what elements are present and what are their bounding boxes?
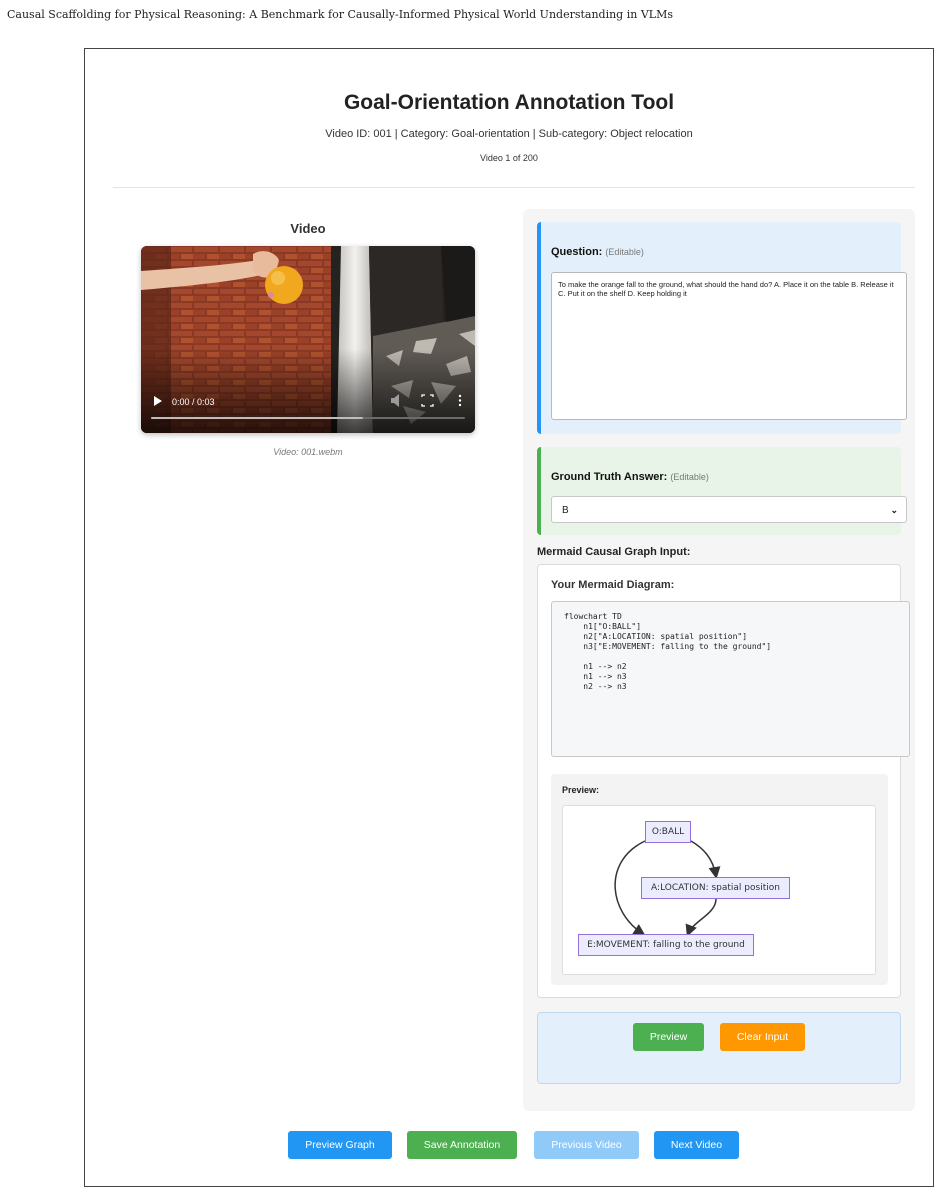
graph-node-location: A:LOCATION: spatial position [641,877,790,899]
preview-graph-button[interactable]: Preview Graph [288,1131,392,1159]
question-card: Question: (Editable) To make the orange … [537,222,907,434]
answer-editable-hint: (Editable) [670,472,709,482]
question-editable-hint: (Editable) [605,247,644,257]
save-annotation-button[interactable]: Save Annotation [407,1131,517,1159]
video-frame: 0:00 / 0:03 [141,246,475,433]
page-header: Goal-Orientation Annotation Tool Video I… [85,49,933,187]
preview-label: Preview: [562,785,600,795]
graph-canvas: O:BALL A:LOCATION: spatial position E:MO… [562,805,876,975]
annotation-tool-window: Goal-Orientation Annotation Tool Video I… [84,48,934,1187]
clear-input-button[interactable]: Clear Input [720,1023,805,1051]
edge-n2-n3 [685,898,717,937]
question-label: Question: (Editable) [551,246,644,258]
video-player[interactable]: 0:00 / 0:03 [141,246,475,433]
graph-preview-panel: Preview: O:BALL A:LOCATION: spatial posi… [551,774,888,985]
video-buffered-bar [151,417,363,419]
video-metadata: Video ID: 001 | Category: Goal-orientati… [325,128,693,140]
edge-n1-n2 [690,840,721,879]
graph-actions: Preview Clear Input [537,1012,901,1084]
question-textarea[interactable]: To make the orange fall to the ground, w… [551,272,907,420]
answer-selected-value: B [562,505,569,516]
mermaid-diagram-card: Your Mermaid Diagram: flowchart TD n1["O… [537,564,910,998]
video-heading: Video [290,221,326,236]
answer-select[interactable]: B ⌄ [551,496,907,523]
graph-node-ball: O:BALL [645,821,691,843]
next-video-button[interactable]: Next Video [654,1131,739,1159]
mermaid-heading: Mermaid Causal Graph Input: [537,546,691,558]
previous-video-button[interactable]: Previous Video [534,1131,639,1159]
answer-card: Ground Truth Answer: (Editable) B ⌄ [537,447,907,535]
running-head: Causal Scaffolding for Physical Reasonin… [7,8,673,21]
video-filename: Video: 001.webm [273,447,343,457]
question-label-text: Question: [551,246,603,258]
chevron-down-icon: ⌄ [890,505,898,515]
answer-label-text: Ground Truth Answer: [551,471,668,483]
preview-button[interactable]: Preview [633,1023,704,1051]
mermaid-diagram-label: Your Mermaid Diagram: [551,579,675,591]
video-time: 0:00 / 0:03 [172,397,215,407]
video-counter: Video 1 of 200 [480,153,538,163]
mermaid-code-textarea[interactable]: flowchart TD n1["O:BALL"] n2["A:LOCATION… [551,601,910,757]
page-title: Goal-Orientation Annotation Tool [343,91,675,114]
answer-label: Ground Truth Answer: (Editable) [551,471,709,483]
annotation-panel: Question: (Editable) To make the orange … [523,209,915,1111]
graph-node-movement: E:MOVEMENT: falling to the ground [578,934,754,956]
more-options-icon [458,394,462,407]
header-divider [113,187,915,188]
